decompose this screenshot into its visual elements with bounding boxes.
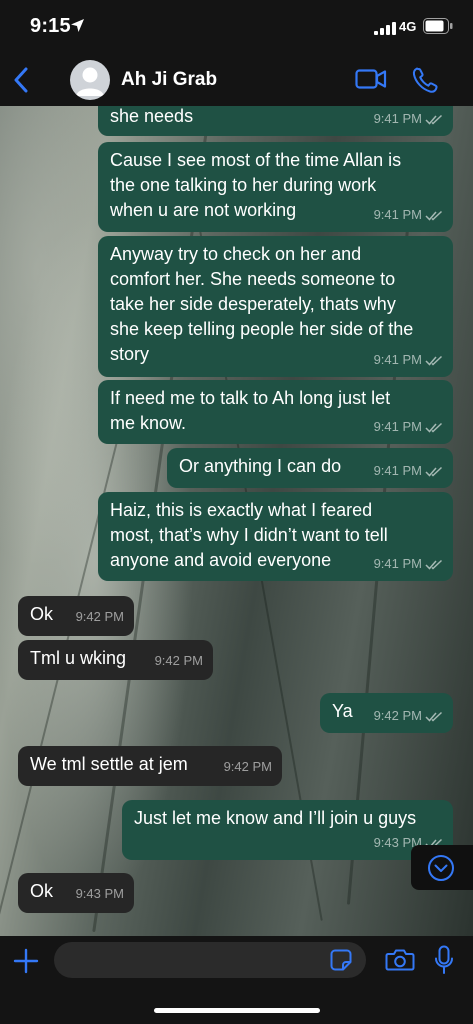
scroll-to-bottom-button[interactable] xyxy=(411,845,473,890)
read-receipt-icon xyxy=(425,559,443,570)
incoming-message[interactable]: Ok 9:42 PM xyxy=(18,596,134,636)
chevron-down-icon xyxy=(428,855,454,881)
signal-icon xyxy=(374,22,396,40)
read-receipt-icon xyxy=(425,114,443,125)
incoming-message[interactable]: Tml u wking 9:42 PM xyxy=(18,640,213,680)
network-label: 4G xyxy=(399,19,417,34)
message-text: Tml u wking xyxy=(30,648,127,668)
outgoing-message[interactable]: Anyway try to check on her and comfort h… xyxy=(98,236,453,377)
plus-icon[interactable] xyxy=(13,948,39,979)
home-indicator xyxy=(154,1008,320,1013)
contact-name[interactable]: Ah Ji Grab xyxy=(121,69,217,91)
message-input[interactable] xyxy=(54,942,366,978)
status-bar: 9:15 4G xyxy=(0,0,473,56)
outgoing-message[interactable]: If need me to talk to Ah long just let m… xyxy=(98,380,453,444)
message-text: Just let me know and I’ll join u guys xyxy=(134,808,417,828)
battery-icon xyxy=(423,18,453,39)
message-text: Or anything I can do xyxy=(179,456,342,476)
message-text: Cause I see most of the time Allan is th… xyxy=(110,150,402,220)
message-text: If need me to talk to Ah long just let m… xyxy=(110,388,391,433)
read-receipt-icon xyxy=(425,210,443,221)
message-text: Ok xyxy=(30,604,54,624)
message-meta: 9:42 PM xyxy=(75,609,124,624)
composer-bar xyxy=(0,936,473,1024)
chat-screen: 9:15 4G Ah Ji Grab she needs 9:41 PM Cau… xyxy=(0,0,473,1024)
message-meta: 9:41 PM xyxy=(374,414,443,439)
status-time: 9:15 xyxy=(30,15,71,37)
read-receipt-icon xyxy=(425,466,443,477)
message-list[interactable]: she needs 9:41 PM Cause I see most of th… xyxy=(0,106,473,936)
message-meta: 9:41 PM xyxy=(374,551,443,576)
read-receipt-icon xyxy=(425,711,443,722)
incoming-message[interactable]: We tml settle at jem 9:42 PM xyxy=(18,746,282,786)
read-receipt-icon xyxy=(425,422,443,433)
back-chevron-icon[interactable] xyxy=(12,67,32,98)
camera-icon[interactable] xyxy=(385,948,415,977)
read-receipt-icon xyxy=(425,355,443,366)
outgoing-message[interactable]: Just let me know and I’ll join u guys 9:… xyxy=(122,800,453,860)
outgoing-message[interactable]: Or anything I can do 9:41 PM xyxy=(167,448,453,488)
message-meta: 9:42 PM xyxy=(154,653,203,668)
sticker-icon[interactable] xyxy=(330,949,352,976)
video-call-icon[interactable] xyxy=(355,68,387,95)
message-text: Anyway try to check on her and comfort h… xyxy=(110,244,414,364)
voice-call-icon[interactable] xyxy=(412,66,438,99)
message-text: Haiz, this is exactly what I feared most… xyxy=(110,500,388,570)
outgoing-message[interactable]: Cause I see most of the time Allan is th… xyxy=(98,142,453,232)
outgoing-message[interactable]: Ya 9:42 PM xyxy=(320,693,453,733)
message-meta: 9:41 PM xyxy=(374,347,443,372)
outgoing-message[interactable]: she needs 9:41 PM xyxy=(98,106,453,136)
message-text: We tml settle at jem xyxy=(30,754,188,774)
microphone-icon[interactable] xyxy=(434,945,454,980)
avatar[interactable] xyxy=(70,60,110,100)
outgoing-message[interactable]: Haiz, this is exactly what I feared most… xyxy=(98,492,453,581)
message-meta: 9:42 PM xyxy=(223,759,272,774)
incoming-message[interactable]: Ok 9:43 PM xyxy=(18,873,134,913)
location-arrow-icon xyxy=(70,18,85,38)
message-meta: 9:43 PM xyxy=(75,886,124,901)
message-meta: 9:41 PM xyxy=(374,202,443,227)
message-text: Ya xyxy=(332,701,353,721)
message-meta: 9:42 PM xyxy=(374,703,443,728)
message-meta: 9:41 PM xyxy=(374,458,443,483)
chat-header: Ah Ji Grab xyxy=(0,56,473,107)
message-text: Ok xyxy=(30,881,54,901)
message-text: she needs xyxy=(110,106,194,126)
message-meta: 9:41 PM xyxy=(374,106,443,131)
